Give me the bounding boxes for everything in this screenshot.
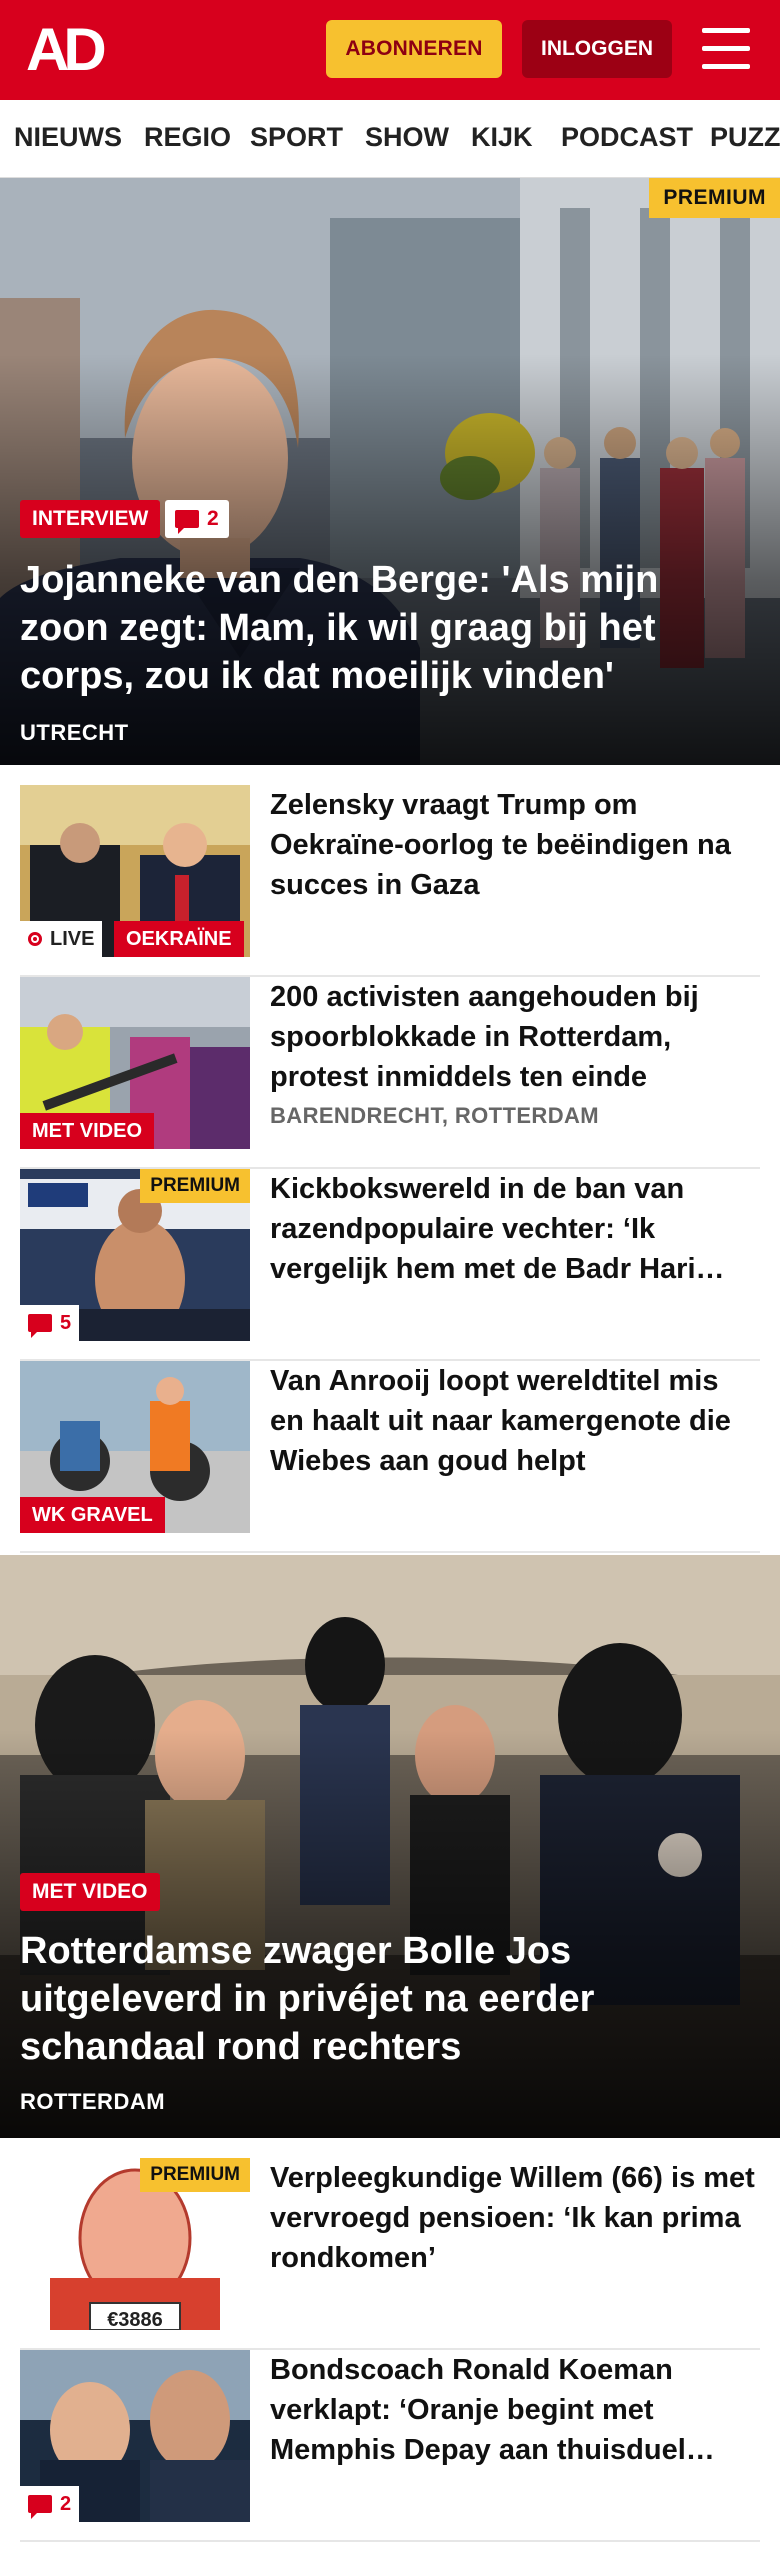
nav-item-puzzel[interactable]: PUZZ xyxy=(710,122,780,153)
article-headline[interactable]: Verpleegkundige Willem (66) is met vervr… xyxy=(270,2158,760,2278)
nav-item-kijk[interactable]: KIJK xyxy=(471,122,533,153)
comment-icon xyxy=(28,2495,52,2519)
top-bar: AD ABONNEREN INLOGGEN xyxy=(0,0,780,100)
category-tag: OEKRAÏNE xyxy=(114,921,244,957)
nav-item-podcast[interactable]: PODCAST xyxy=(561,122,693,153)
list-item[interactable]: €3886 PREMIUM Verpleegkundige Willem (66… xyxy=(20,2158,760,2350)
video-tag: MET VIDEO xyxy=(20,1873,160,1911)
premium-badge: PREMIUM xyxy=(649,178,780,218)
article-headline[interactable]: Kickbokswereld in de ban van razendpopul… xyxy=(270,1169,760,1289)
article-headline[interactable]: Van Anrooij loopt wereldtitel mis en haa… xyxy=(270,1361,760,1481)
hero-article-interview[interactable]: PREMIUM INTERVIEW 2 Jojanneke van den Be… xyxy=(0,178,780,765)
comment-count-badge[interactable]: 5 xyxy=(20,1305,80,1341)
article-headline[interactable]: 200 activisten aangehouden bij spoorblok… xyxy=(270,977,760,1097)
video-tag: MET VIDEO xyxy=(20,1113,155,1149)
comment-count: 2 xyxy=(207,507,219,530)
premium-badge: PREMIUM xyxy=(140,2158,250,2192)
nav-item-show[interactable]: SHOW xyxy=(365,122,449,153)
comment-count: 2 xyxy=(60,2493,72,2515)
live-badge: LIVE xyxy=(20,921,103,957)
hero-headline[interactable]: Jojanneke van den Berge: 'Als mijn zoon … xyxy=(20,556,740,700)
comment-count-badge[interactable]: 2 xyxy=(20,2486,80,2522)
article-headline[interactable]: Bondscoach Ronald Koeman verklapt: ‘Oran… xyxy=(270,2350,760,2470)
premium-badge: PREMIUM xyxy=(140,1169,250,1203)
hero-headline[interactable]: Rotterdamse zwager Bolle Jos uitgeleverd… xyxy=(20,1927,740,2071)
article-thumbnail: WK GRAVEL xyxy=(20,1361,250,1533)
article-location: BARENDRECHT, ROTTERDAM xyxy=(270,1103,600,1128)
section-nav: NIEUWS REGIO SPORT SHOW KIJK PODCAST PUZ… xyxy=(0,100,780,178)
list-item[interactable]: WK GRAVEL Van Anrooij loopt wereldtitel … xyxy=(20,1361,760,1553)
article-headline[interactable]: Zelensky vraagt Trump om Oekraïne-oorlog… xyxy=(270,785,760,905)
hero-location: UTRECHT xyxy=(20,720,129,745)
live-label: LIVE xyxy=(50,928,95,950)
nav-item-sport[interactable]: SPORT xyxy=(250,122,343,153)
category-tag: WK GRAVEL xyxy=(20,1497,165,1533)
sign-number: €3886 xyxy=(107,2309,163,2330)
subscribe-button[interactable]: ABONNEREN xyxy=(326,20,502,78)
article-thumbnail: PREMIUM 5 xyxy=(20,1169,250,1341)
login-button[interactable]: INLOGGEN xyxy=(522,20,672,78)
interview-tag: INTERVIEW xyxy=(20,500,161,538)
comment-count: 5 xyxy=(60,1312,72,1334)
ad-logo[interactable]: AD xyxy=(26,20,116,80)
comment-icon xyxy=(175,510,199,534)
live-icon xyxy=(28,932,42,946)
comment-count-badge[interactable]: 2 xyxy=(165,500,229,538)
nav-item-nieuws[interactable]: NIEUWS xyxy=(14,122,122,153)
list-item[interactable]: MET VIDEO 200 activisten aangehouden bij… xyxy=(20,977,760,1169)
article-thumbnail: €3886 PREMIUM xyxy=(20,2158,250,2330)
hero-location: ROTTERDAM xyxy=(20,2089,166,2114)
article-thumbnail: LIVE OEKRAÏNE xyxy=(20,785,250,957)
article-thumbnail: 2 xyxy=(20,2350,250,2522)
menu-icon[interactable] xyxy=(702,28,750,70)
hero-article-video[interactable]: MET VIDEO Rotterdamse zwager Bolle Jos u… xyxy=(0,1555,780,2138)
list-item[interactable]: LIVE OEKRAÏNE Zelensky vraagt Trump om O… xyxy=(20,785,760,977)
article-thumbnail: MET VIDEO xyxy=(20,977,250,1149)
comment-icon xyxy=(28,1314,52,1338)
list-item[interactable]: PREMIUM 5 Kickbokswereld in de ban van r… xyxy=(20,1169,760,1361)
list-item[interactable]: 2 Bondscoach Ronald Koeman verklapt: ‘Or… xyxy=(20,2350,760,2542)
nav-item-regio[interactable]: REGIO xyxy=(144,122,231,153)
